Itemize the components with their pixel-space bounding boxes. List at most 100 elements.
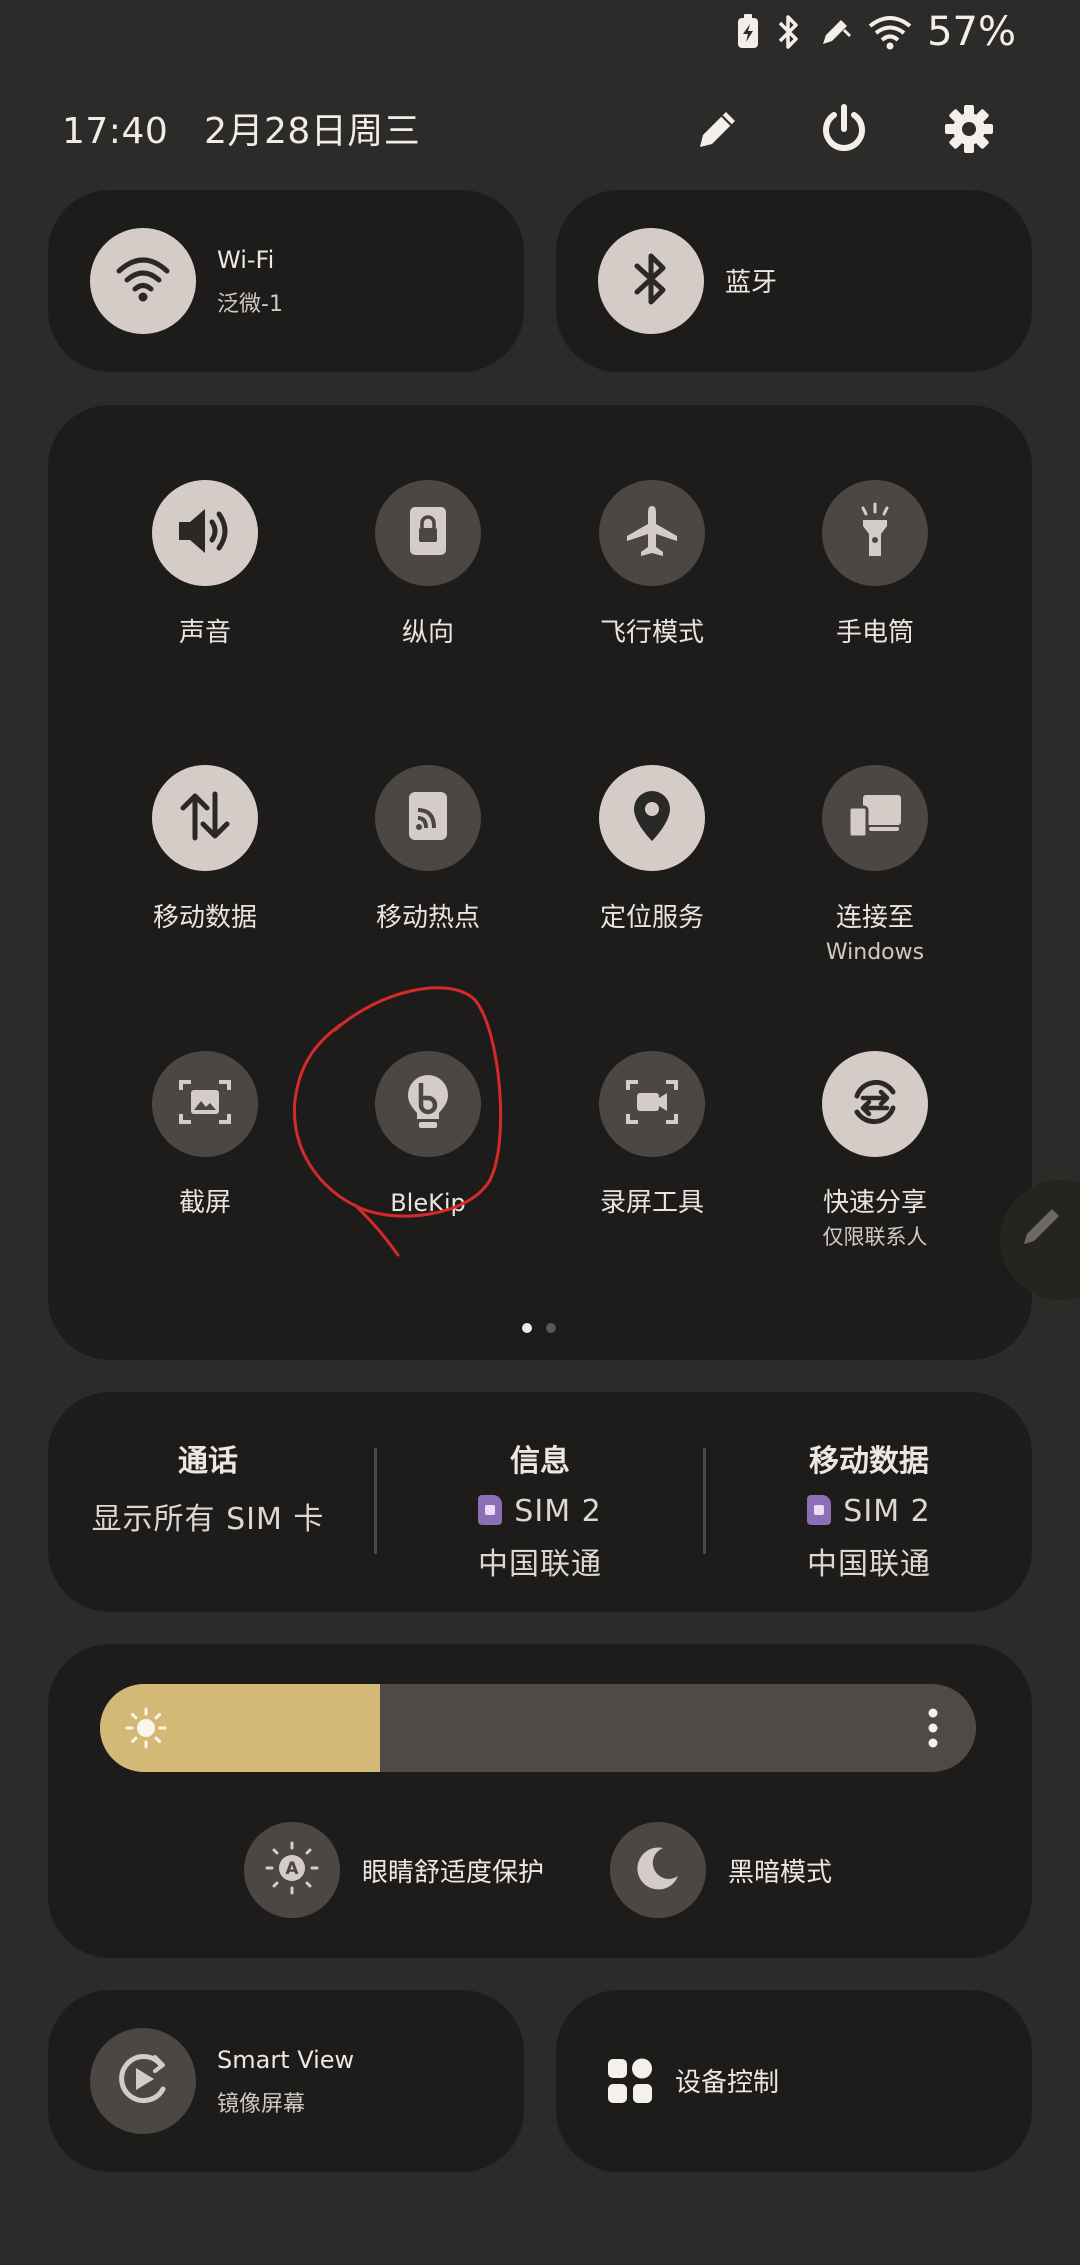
brightness-slider[interactable]: [100, 1684, 976, 1772]
settings-button[interactable]: [934, 96, 1004, 166]
tile-portrait-label: 纵向: [318, 617, 538, 650]
tile-hotspot-label: 移动热点: [318, 902, 538, 935]
tile-mobile-data-label: 移动数据: [95, 902, 315, 935]
display-panel: A 眼睛舒适度保护 黑暗模式: [48, 1644, 1032, 1958]
battery-saver-icon: [735, 13, 761, 51]
tile-portrait[interactable]: [375, 480, 481, 586]
pencil-icon: [1016, 1200, 1066, 1254]
tile-flashlight[interactable]: [822, 480, 928, 586]
tile-airplane[interactable]: [599, 480, 705, 586]
calls-title: 通话: [178, 1444, 238, 1479]
tile-link-to-windows[interactable]: [822, 765, 928, 871]
bluetooth-title: 蓝牙: [725, 268, 778, 298]
dark-mode-label: 黑暗模式: [728, 1858, 833, 1888]
bluetooth-icon: [631, 250, 671, 312]
eye-comfort-button[interactable]: A: [244, 1822, 340, 1918]
messages-sim-value: SIM 2: [514, 1494, 602, 1529]
eye-comfort-icon: A: [264, 1840, 320, 1900]
tile-screen-record[interactable]: [599, 1051, 705, 1157]
power-button[interactable]: [809, 96, 879, 166]
tile-flashlight-label: 手电筒: [765, 617, 985, 650]
tile-label-text: 纵向: [401, 618, 454, 648]
tile-label-text: 飞行模式: [599, 618, 704, 648]
edit-pen-icon: [817, 14, 853, 50]
annotation-circle: [292, 986, 503, 1257]
tile-hotspot[interactable]: [375, 765, 481, 871]
calls-value: 显示所有 SIM 卡: [91, 1502, 325, 1537]
bluetooth-icon: [775, 12, 803, 52]
bluetooth-toggle[interactable]: [598, 228, 704, 334]
svg-text:A: A: [285, 1859, 299, 1879]
edit-button[interactable]: [683, 96, 753, 166]
messages-sim[interactable]: 信息 SIM 2 中国联通: [390, 1436, 690, 1583]
volume-icon: [175, 505, 235, 561]
tile-sub-text: Windows: [825, 940, 925, 965]
sim-panel: 通话 显示所有 SIM 卡 信息 SIM 2 中国联通 移动数据 SIM 2 中…: [48, 1392, 1032, 1612]
wifi-network: 泛微-1: [217, 292, 283, 317]
calls-sim[interactable]: 通话 显示所有 SIM 卡: [58, 1436, 358, 1538]
device-control-label: 设备控制: [675, 2068, 780, 2098]
wifi-icon: [115, 255, 171, 307]
tile-link-to-windows-label: 连接至 Windows: [765, 902, 985, 969]
device-control-card[interactable]: 设备控制: [556, 1990, 1032, 2172]
wifi-card[interactable]: Wi-Fi 泛微-1: [48, 190, 524, 372]
dark-mode-toggle[interactable]: 黑暗模式: [610, 1822, 970, 1918]
tile-location-label: 定位服务: [542, 902, 762, 935]
wifi-title: Wi-Fi: [217, 246, 275, 274]
messages-title: 信息: [510, 1444, 570, 1479]
bluetooth-card[interactable]: 蓝牙: [556, 190, 1032, 372]
tile-label-text: 声音: [178, 618, 231, 648]
tile-airplane-label: 飞行模式: [542, 617, 762, 650]
tile-sound[interactable]: [152, 480, 258, 586]
status-bar: 57%: [735, 4, 1016, 60]
tile-label-text: 录屏工具: [599, 1188, 704, 1218]
screen-record-icon: [624, 1076, 680, 1132]
power-icon: [818, 103, 870, 159]
tile-quick-share[interactable]: [822, 1051, 928, 1157]
wifi-status-icon: [867, 14, 913, 50]
divider: [374, 1448, 377, 1554]
clock: 17:40: [62, 111, 169, 152]
lock-rotation-icon: [406, 505, 450, 561]
tile-label-text: 移动数据: [152, 903, 257, 933]
data-carrier: 中国联通: [807, 1547, 931, 1582]
tile-label-text: 定位服务: [599, 903, 704, 933]
page-dot: [546, 1323, 556, 1333]
tile-quick-share-label: 快速分享 仅限联系人: [765, 1187, 985, 1254]
moon-icon: [633, 1843, 683, 1897]
tile-sub-text: 仅限联系人: [822, 1225, 928, 1249]
gear-icon: [943, 103, 995, 159]
smart-view-sub: 镜像屏幕: [217, 2092, 306, 2117]
tile-label-text: 连接至: [835, 903, 914, 933]
smart-view-card[interactable]: Smart View 镜像屏幕: [48, 1990, 524, 2172]
more-options-icon[interactable]: [926, 1706, 940, 1754]
tile-screenshot[interactable]: [152, 1051, 258, 1157]
quick-share-icon: [845, 1072, 905, 1136]
smart-view-button[interactable]: [90, 2028, 196, 2134]
tile-label-text: 快速分享: [822, 1188, 927, 1218]
location-icon: [630, 787, 674, 849]
hotspot-icon: [406, 790, 450, 846]
device-control-icon: [606, 2057, 654, 2109]
data-title: 移动数据: [809, 1444, 929, 1479]
airplane-icon: [623, 502, 681, 564]
battery-percent: 57%: [927, 9, 1016, 55]
smart-view-icon: [111, 2047, 175, 2115]
tile-label-text: 手电筒: [835, 618, 914, 648]
wifi-toggle[interactable]: [90, 228, 196, 334]
eye-comfort-label: 眼睛舒适度保护: [362, 1858, 545, 1888]
header-datetime: 17:40 2月28日周三: [62, 102, 420, 154]
quick-tiles-panel: 声音 纵向 飞行模式 手电筒 移动数据 移动热点 定位服务 连接至 Window…: [48, 405, 1032, 1360]
sun-icon: [124, 1706, 168, 1754]
sim-card-icon: [478, 1495, 503, 1525]
tile-screen-record-label: 录屏工具: [542, 1187, 762, 1220]
tile-label-text: 移动热点: [375, 903, 480, 933]
data-sim[interactable]: 移动数据 SIM 2 中国联通: [719, 1436, 1019, 1583]
dark-mode-button[interactable]: [610, 1822, 706, 1918]
page-dot-active: [522, 1323, 532, 1333]
flashlight-icon: [855, 502, 895, 564]
tile-location[interactable]: [599, 765, 705, 871]
tile-mobile-data[interactable]: [152, 765, 258, 871]
tile-sound-label: 声音: [95, 617, 315, 650]
tile-label-text: 截屏: [178, 1188, 231, 1218]
